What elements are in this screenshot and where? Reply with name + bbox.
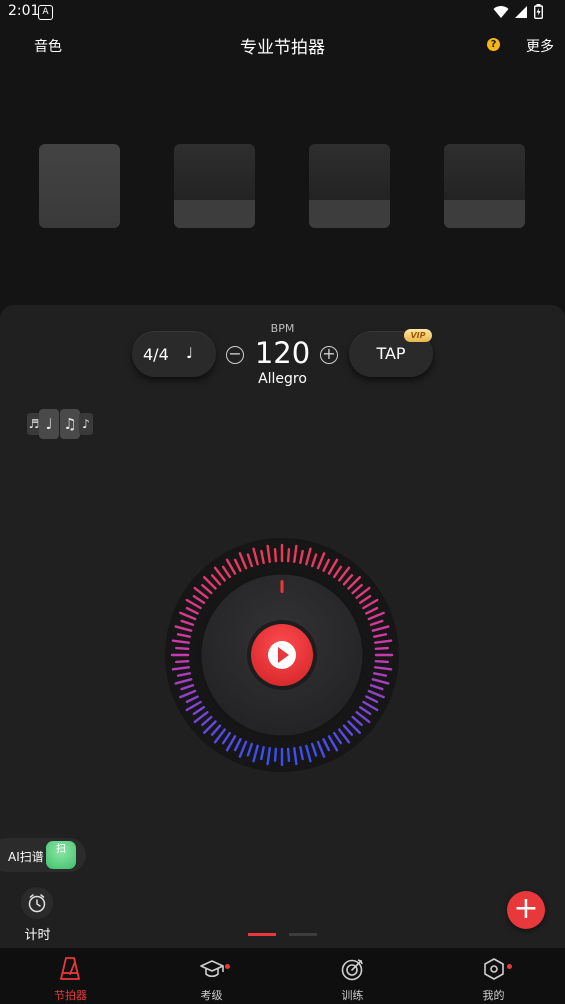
app-notification-icon: A: [38, 5, 53, 20]
ai-scan-button[interactable]: AI扫谱 扫: [0, 838, 86, 872]
more-button[interactable]: 更多: [526, 36, 554, 56]
beat-indicators: [0, 144, 565, 228]
pager-dot[interactable]: [289, 933, 317, 936]
dial-tick: [286, 548, 291, 563]
rhythm-card[interactable]: ♩: [39, 409, 59, 439]
battery-icon: [534, 4, 543, 19]
bpm-label: BPM: [270, 322, 295, 335]
tab-badge-dot: [507, 964, 512, 969]
rhythm-card[interactable]: ♪: [79, 413, 93, 435]
increase-bpm-button[interactable]: +: [320, 346, 338, 364]
beat-block-accent[interactable]: [39, 144, 120, 228]
timer-button[interactable]: [21, 887, 53, 919]
hexagon-settings-icon: [484, 958, 504, 980]
dial-tick: [175, 659, 190, 664]
wifi-icon: [493, 5, 509, 18]
bottom-tab-bar: 节拍器 考级 训练 我的: [0, 948, 565, 1004]
tab-label: 节拍器: [54, 989, 87, 1002]
help-icon[interactable]: ?: [487, 38, 500, 51]
tab-label: 考级: [200, 989, 223, 1002]
ai-scan-icon: 扫: [46, 841, 76, 869]
page-title: 专业节拍器: [240, 38, 325, 58]
pager-dot-active[interactable]: [248, 933, 276, 936]
signal-icon: [515, 5, 527, 18]
tab-training[interactable]: 训练: [282, 948, 423, 1004]
tab-badge-dot: [225, 964, 230, 969]
dial-tick: [286, 747, 291, 762]
dial-tick: [273, 747, 278, 762]
bpm-value[interactable]: 120: [0, 336, 565, 370]
beat-block[interactable]: [309, 144, 390, 228]
tab-label: 训练: [341, 989, 364, 1002]
alarm-clock-icon: [28, 894, 46, 913]
graduation-cap-icon: [200, 960, 224, 978]
status-bar: 2:01 A: [0, 0, 565, 24]
tempo-name: Allegro: [258, 371, 307, 387]
top-bar: 音色 专业节拍器 ? 更多: [0, 24, 565, 66]
dial-tick: [273, 548, 278, 563]
vip-badge: VIP: [404, 329, 432, 342]
tab-metronome[interactable]: 节拍器: [0, 948, 141, 1004]
tab-label: 我的: [482, 989, 505, 1002]
beat-block[interactable]: [174, 144, 255, 228]
tap-label: TAP: [376, 344, 406, 363]
target-icon: [341, 959, 363, 981]
rhythm-selector[interactable]: ♬ ♩ ♫ ♪: [27, 409, 93, 439]
dial-tick: [175, 646, 190, 651]
dial-tick: [374, 659, 389, 664]
dial-marker: [280, 580, 284, 593]
status-time: 2:01: [8, 3, 40, 19]
tab-exam[interactable]: 考级: [141, 948, 282, 1004]
beat-block[interactable]: [444, 144, 525, 228]
dial-tick: [374, 646, 389, 651]
tab-mine[interactable]: 我的: [423, 948, 564, 1004]
rhythm-card[interactable]: ♫: [60, 409, 80, 439]
ai-scan-label: AI扫谱: [8, 850, 44, 864]
metronome-icon: [60, 957, 80, 980]
add-button[interactable]: +: [507, 891, 545, 929]
tempo-dial[interactable]: [164, 537, 400, 773]
timer-label: 计时: [24, 928, 51, 943]
system-icons: [493, 4, 543, 19]
